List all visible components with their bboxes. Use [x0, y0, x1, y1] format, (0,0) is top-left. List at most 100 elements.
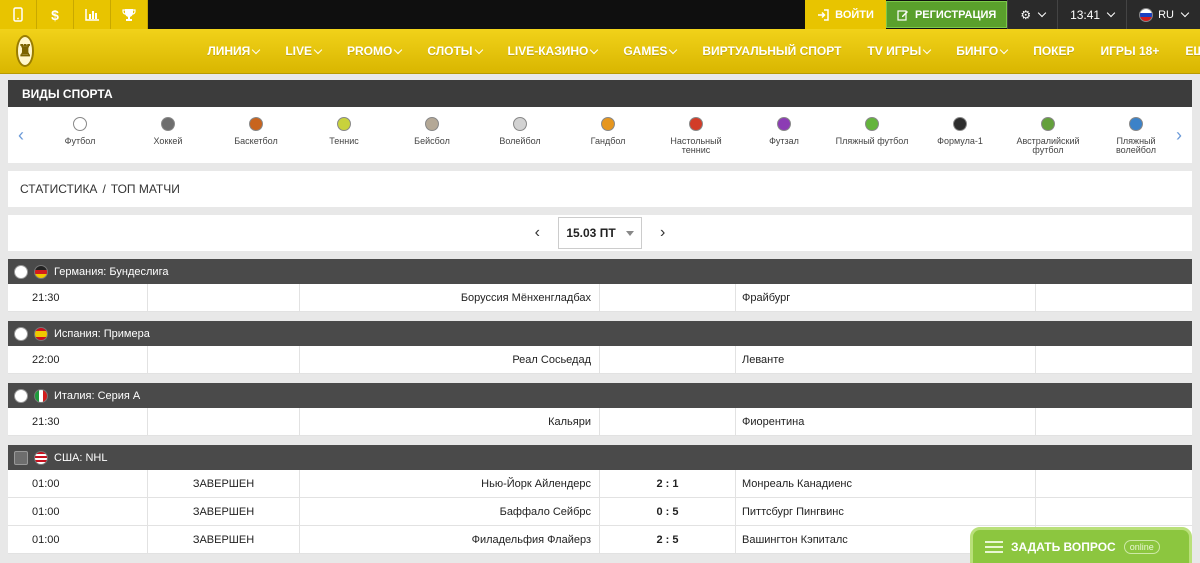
sport-item[interactable]: Пляжный футбол: [828, 117, 916, 146]
home-team: Кальяри: [300, 408, 600, 435]
date-navigator: ‹ 15.03 ПТ ›: [8, 215, 1192, 251]
sport-icon: [865, 117, 879, 131]
country-flag-icon: [34, 450, 48, 465]
mobile-icon[interactable]: [0, 0, 37, 29]
clock-time: 13:41: [1070, 7, 1101, 22]
nav-item[interactable]: LIVE: [272, 44, 334, 58]
nav-item-label: ЕЩЁ: [1185, 44, 1200, 58]
sports-panel: ВИДЫ СПОРТА ‹ Футбол Хоккей Баскетбол Тенни…: [8, 80, 1192, 163]
nav-item[interactable]: GAMES: [610, 44, 689, 58]
language-code: RU: [1158, 8, 1174, 21]
sport-label: Пляжный волейбол: [1116, 136, 1156, 155]
match-time: 21:30: [8, 284, 148, 311]
trophy-icon[interactable]: [111, 0, 148, 29]
nav-item[interactable]: LIVE-КАЗИНО: [495, 44, 611, 58]
chevron-down-icon: [923, 45, 932, 54]
match-row[interactable]: 01:00 ЗАВЕРШЕН Нью-Йорк Айлендерс 2 : 1 Монр…: [8, 470, 1192, 498]
league-name: США: NHL: [54, 451, 108, 464]
breadcrumb-separator: /: [102, 182, 106, 196]
nav-menu: ЛИНИЯ LIVE PROMO СЛОТЫ LIVE-КАЗИНО GAMES ВИРТУ…: [194, 44, 1200, 58]
match-row[interactable]: 21:30 Боруссия Мёнхенгладбах Фрайбург: [8, 284, 1192, 312]
menu-icon: [985, 541, 1003, 553]
match-score: 2 : 1: [600, 470, 736, 497]
settings-dropdown[interactable]: ⚙: [1007, 0, 1058, 29]
home-team: Баффало Сейбрс: [300, 498, 600, 525]
match-score: [600, 346, 736, 373]
league-header[interactable]: Италия: Серия А: [8, 383, 1192, 408]
register-label: РЕГИСТРАЦИЯ: [914, 8, 997, 21]
sport-item[interactable]: Пляжный волейбол: [1092, 117, 1180, 155]
date-select[interactable]: 15.03 ПТ: [558, 217, 642, 249]
breadcrumb-statistics[interactable]: СТАТИСТИКА: [20, 182, 97, 196]
nav-item[interactable]: СЛОТЫ: [414, 44, 494, 58]
chevron-down-icon: [313, 45, 323, 54]
nav-item[interactable]: ВИРТУАЛЬНЫЙ СПОРТ: [689, 44, 854, 58]
sports-title: ВИДЫ СПОРТА: [8, 80, 1192, 107]
match-extra-cell: [1036, 498, 1192, 525]
main-navigation: ♜ ЛИНИЯ LIVE PROMO СЛОТЫ LIVE-КАЗИНО GAMES ВИР…: [0, 29, 1200, 74]
league-block: Испания: Примера 22:00 Реал Сосьедад Левант…: [8, 321, 1192, 374]
chart-icon[interactable]: [74, 0, 111, 29]
league-header[interactable]: США: NHL: [8, 445, 1192, 470]
match-time: 01:00: [8, 470, 148, 497]
match-time: 21:30: [8, 408, 148, 435]
nav-item[interactable]: PROMO: [334, 44, 414, 58]
nav-item-label: БИНГО: [956, 44, 999, 58]
nav-item-label: LIVE: [285, 44, 312, 58]
chat-label: ЗАДАТЬ ВОПРОС: [1011, 540, 1116, 554]
nav-item[interactable]: ЛИНИЯ: [194, 44, 272, 58]
match-extra-cell: [1036, 408, 1192, 435]
sport-item[interactable]: Волейбол: [476, 117, 564, 146]
match-extra-cell: [1036, 346, 1192, 373]
sport-item[interactable]: Футзал: [740, 117, 828, 146]
league-header[interactable]: Германия: Бундеслига: [8, 259, 1192, 284]
nav-item-label: GAMES: [623, 44, 668, 58]
match-row[interactable]: 01:00 ЗАВЕРШЕН Баффало Сейбрс 0 : 5 Питтсбур…: [8, 498, 1192, 526]
sport-label: Пляжный футбол: [835, 136, 909, 146]
sport-item[interactable]: Теннис: [300, 117, 388, 146]
sport-item[interactable]: Формула-1: [916, 117, 1004, 146]
sport-icon: [1041, 117, 1055, 131]
sport-label: Бейсбол: [414, 136, 450, 146]
login-button[interactable]: ВОЙТИ: [805, 0, 886, 29]
league-block: Италия: Серия А 21:30 Кальяри Фиорентина: [8, 383, 1192, 436]
match-status: [148, 284, 300, 311]
top-utility-bar: $ ВОЙТИ РЕГИСТРАЦИЯ ⚙ 13:41 RU: [0, 0, 1200, 29]
league-header[interactable]: Испания: Примера: [8, 321, 1192, 346]
match-row[interactable]: 21:30 Кальяри Фиорентина: [8, 408, 1192, 436]
football-icon: [14, 388, 28, 403]
sport-item[interactable]: Баскетбол: [212, 117, 300, 146]
register-button[interactable]: РЕГИСТРАЦИЯ: [885, 1, 1008, 28]
sport-label: Формула-1: [937, 136, 983, 146]
nav-item[interactable]: БИНГО: [943, 44, 1020, 58]
country-flag-icon: [34, 264, 48, 279]
sport-item[interactable]: Бейсбол: [388, 117, 476, 146]
sport-item[interactable]: Гандбол: [564, 117, 652, 146]
nav-item[interactable]: TV ИГРЫ: [854, 44, 943, 58]
nav-item-label: ВИРТУАЛЬНЫЙ СПОРТ: [702, 44, 842, 58]
sport-icon: [777, 117, 791, 131]
dollar-icon[interactable]: $: [37, 0, 74, 29]
nav-item[interactable]: ПОКЕР: [1020, 44, 1087, 58]
sport-item[interactable]: Австралийский футбол: [1004, 117, 1092, 155]
match-row[interactable]: 22:00 Реал Сосьедад Леванте: [8, 346, 1192, 374]
sport-item[interactable]: Настольный теннис: [652, 117, 740, 155]
sport-item[interactable]: Футбол: [36, 117, 124, 146]
carousel-prev-icon[interactable]: ‹: [18, 125, 24, 146]
ask-question-widget[interactable]: ЗАДАТЬ ВОПРОС online: [970, 527, 1192, 563]
chevron-down-icon: [590, 45, 599, 54]
next-date-icon[interactable]: ›: [656, 224, 669, 242]
carousel-next-icon[interactable]: ›: [1176, 125, 1182, 146]
nav-item[interactable]: ИГРЫ 18+: [1087, 44, 1172, 58]
league-name: Испания: Примера: [54, 327, 150, 340]
nav-item[interactable]: ЕЩЁ: [1172, 44, 1200, 58]
time-dropdown[interactable]: 13:41: [1057, 0, 1127, 29]
prev-date-icon[interactable]: ‹: [531, 224, 544, 242]
sport-label: Австралийский футбол: [1016, 136, 1080, 155]
site-logo[interactable]: ♜: [16, 35, 35, 67]
sport-label: Настольный теннис: [670, 136, 722, 155]
away-team: Леванте: [736, 346, 1036, 373]
language-dropdown[interactable]: RU: [1126, 0, 1200, 29]
sport-item[interactable]: Хоккей: [124, 117, 212, 146]
country-flag-icon: [34, 388, 48, 403]
